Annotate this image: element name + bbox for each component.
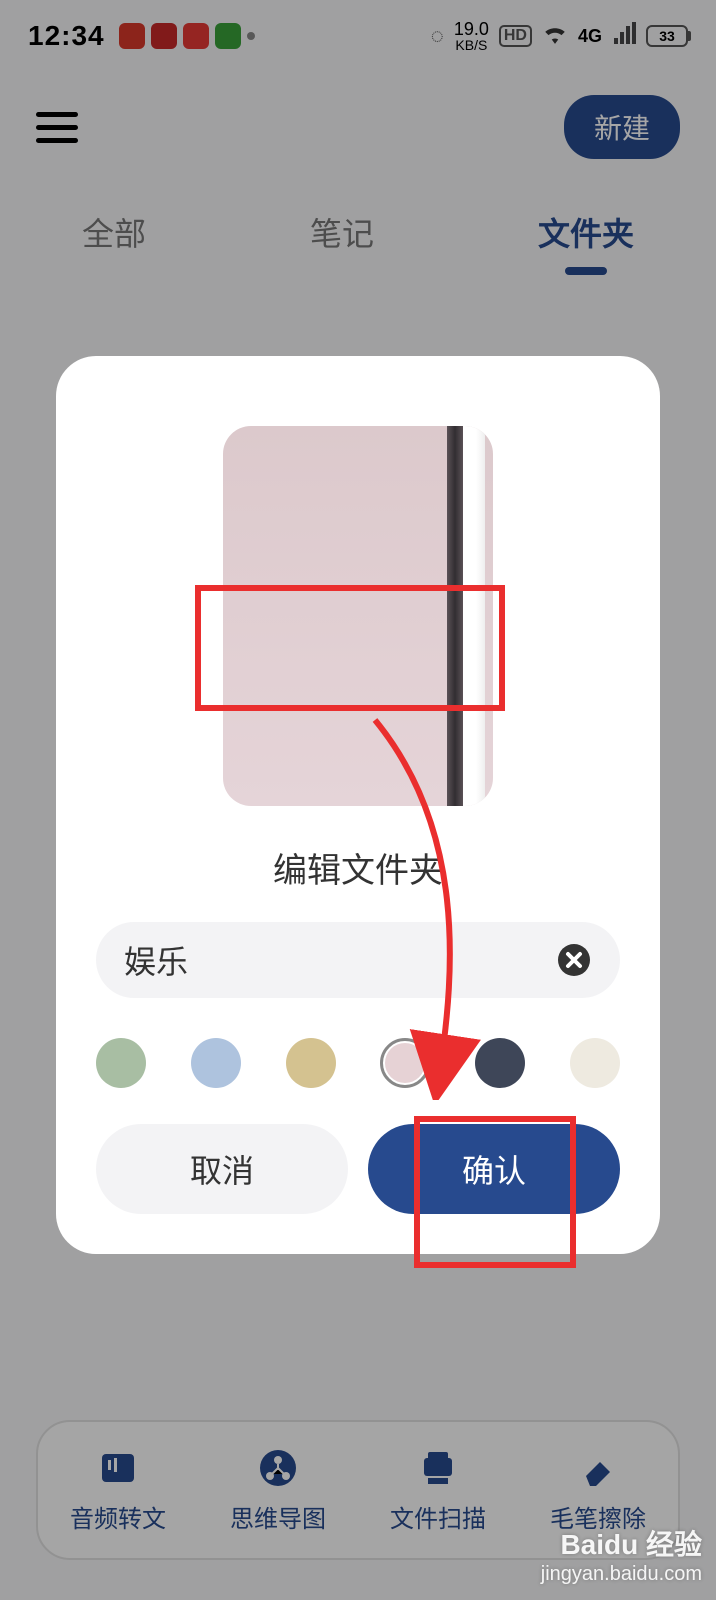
modal-button-row: 取消 确认 (56, 1124, 660, 1254)
cancel-button[interactable]: 取消 (96, 1124, 348, 1214)
color-option[interactable] (286, 1038, 336, 1088)
edit-folder-modal: 编辑文件夹 娱乐 取消 确认 (56, 356, 660, 1254)
color-option[interactable] (380, 1038, 430, 1088)
watermark-brand: Baidu 经验 (541, 1523, 702, 1563)
modal-title: 编辑文件夹 (56, 843, 660, 892)
watermark-url: jingyan.baidu.com (541, 1563, 702, 1586)
color-option[interactable] (96, 1038, 146, 1088)
color-option[interactable] (475, 1038, 525, 1088)
folder-name-input[interactable]: 娱乐 (96, 922, 620, 998)
folder-style-option-current[interactable] (223, 426, 493, 806)
folder-style-carousel[interactable] (56, 426, 660, 807)
confirm-button[interactable]: 确认 (368, 1124, 620, 1214)
watermark: Baidu 经验 jingyan.baidu.com (541, 1523, 702, 1586)
color-option[interactable] (570, 1038, 620, 1088)
color-picker (56, 1038, 660, 1088)
clear-input-icon[interactable] (556, 942, 592, 978)
color-option[interactable] (191, 1038, 241, 1088)
folder-name-value: 娱乐 (124, 937, 188, 983)
